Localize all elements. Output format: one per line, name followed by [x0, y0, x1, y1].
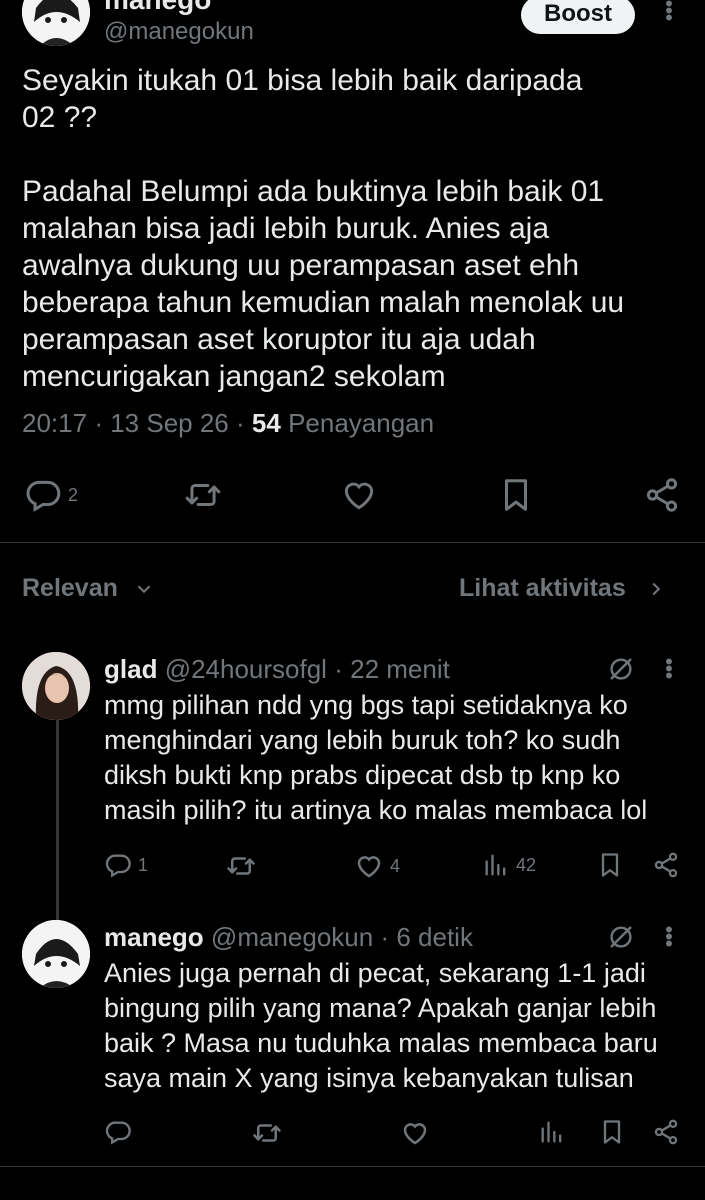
bookmark-icon — [601, 853, 619, 877]
reply-count: 1 — [138, 854, 149, 875]
view-count: 42 — [516, 854, 537, 875]
share-button[interactable] — [652, 1118, 680, 1146]
meta-separator: · — [236, 408, 245, 438]
meta-separator: · — [380, 922, 390, 952]
reply-line: menghindari yang lebih buruk toh? ko sud… — [104, 725, 621, 755]
post-line: perampasan aset koruptor itu aja udah — [22, 323, 536, 356]
meta-separator: · — [94, 408, 103, 438]
reply-author-name[interactable]: glad — [104, 654, 157, 684]
reply-author-handle[interactable]: @24hoursofgl — [165, 654, 327, 684]
like-icon — [357, 856, 381, 878]
views-icon — [485, 854, 506, 876]
reply-line: baik ? Masa nu tuduhka malas membaca bar… — [104, 1028, 658, 1058]
reply-icon — [105, 854, 131, 878]
bookmark-button[interactable] — [596, 851, 624, 879]
bookmark-button[interactable] — [598, 1118, 626, 1146]
sort-dropdown[interactable]: Relevan — [22, 574, 155, 603]
retweet-button[interactable] — [184, 476, 222, 514]
share-icon — [654, 1119, 678, 1145]
post-line: Padahal Belumpi ada buktinya lebih baik … — [22, 175, 605, 208]
reply-line: mmg pilihan ndd yng bgs tapi setidaknya … — [104, 690, 628, 720]
views-count[interactable]: 54 — [252, 408, 281, 438]
share-icon — [646, 478, 678, 512]
meta-separator: · — [334, 654, 343, 684]
grok-icon[interactable] — [606, 922, 636, 952]
reply-button[interactable] — [104, 1118, 132, 1146]
sort-label: Relevan — [22, 574, 118, 602]
views-button[interactable] — [538, 1118, 566, 1146]
reply-icon — [105, 1121, 131, 1145]
views-icon — [541, 1121, 562, 1143]
reply-time[interactable]: 6 detik — [396, 922, 473, 952]
reply-icon — [26, 480, 61, 512]
retweet-icon — [185, 483, 221, 507]
divider — [0, 1166, 705, 1167]
share-button[interactable] — [643, 476, 681, 514]
reply-text: Anies juga pernah di pecat, sekarang 1-1… — [104, 956, 684, 1096]
more-icon[interactable]: • • • — [664, 0, 674, 29]
retweet-button[interactable] — [252, 1118, 282, 1148]
post-text: Seyakin itukah 01 bisa lebih baik daripa… — [22, 62, 682, 395]
chevron-right-icon — [652, 583, 660, 596]
like-button[interactable] — [400, 1118, 430, 1148]
more-icon[interactable]: • • • — [664, 919, 674, 955]
author-name[interactable]: manego — [104, 0, 211, 16]
post-line: mencurigakan jangan2 sekolam — [22, 360, 446, 393]
reply-author-name[interactable]: manego — [104, 922, 204, 952]
view-activity-link[interactable]: Lihat aktivitas — [459, 574, 667, 603]
post-date[interactable]: 13 Sep 26 — [110, 408, 229, 438]
reply-line: diksh bukti knp prabs dipecat dsb tp knp… — [104, 760, 621, 790]
like-button[interactable]: 4 — [354, 851, 400, 881]
post-line: 02 ?? — [22, 101, 98, 134]
reply-text: mmg pilihan ndd yng bgs tapi setidaknya … — [104, 688, 684, 828]
reply-button[interactable]: 1 — [104, 851, 148, 879]
like-count: 4 — [390, 855, 401, 876]
views-button[interactable]: 42 — [482, 851, 536, 879]
post-meta: 20:17 · 13 Sep 26 · 54 Penayangan — [22, 408, 434, 439]
share-icon — [654, 852, 678, 878]
reply-button[interactable]: 2 — [24, 476, 78, 514]
retweet-icon — [253, 1124, 281, 1142]
bookmark-icon — [603, 1120, 621, 1144]
post-line: beberapa tahun kemudian malah menolak uu — [22, 286, 625, 319]
like-icon — [403, 1123, 427, 1145]
post-line: Seyakin itukah 01 bisa lebih baik daripa… — [22, 64, 583, 97]
like-icon — [344, 482, 374, 510]
share-button[interactable] — [652, 851, 680, 879]
reply-line: Anies juga pernah di pecat, sekarang 1-1… — [104, 958, 646, 988]
views-label[interactable]: Penayangan — [288, 408, 434, 438]
post-time[interactable]: 20:17 — [22, 408, 87, 438]
like-button[interactable] — [340, 476, 378, 514]
reply-line: saya main X yang isinya kebanyakan tulis… — [104, 1063, 634, 1093]
reply-avatar[interactable] — [22, 920, 90, 988]
reply-line: bingung pilih yang mana? Apakah ganjar l… — [104, 993, 657, 1023]
author-avatar[interactable] — [22, 0, 90, 46]
post-line: malahan bisa jadi lebih buruk. Anies aja — [22, 212, 550, 245]
reply-author-handle[interactable]: @manegokun — [211, 922, 373, 952]
view-activity-label: Lihat aktivitas — [459, 574, 626, 602]
chevron-down-icon — [137, 585, 151, 594]
reply-avatar[interactable] — [22, 652, 90, 720]
bookmark-icon — [504, 479, 528, 511]
reply-header: manego @manegokun · 6 detik — [104, 922, 473, 953]
author-handle[interactable]: @manegokun — [104, 18, 254, 46]
boost-button[interactable]: Boost — [521, 0, 635, 34]
divider — [0, 542, 705, 543]
more-icon[interactable]: • • • — [664, 651, 674, 687]
reply-line: masih pilih? itu artinya ko malas membac… — [104, 795, 648, 825]
reply-count: 2 — [68, 484, 79, 505]
retweet-button[interactable] — [226, 851, 256, 881]
bookmark-button[interactable] — [497, 476, 535, 514]
grok-icon[interactable] — [606, 654, 636, 684]
retweet-icon — [227, 857, 255, 875]
reply-header: glad @24hoursofgl · 22 menit — [104, 654, 450, 685]
reply-time[interactable]: 22 menit — [350, 654, 450, 684]
post-line: awalnya dukung uu perampasan aset ehh — [22, 249, 580, 282]
thread-line — [56, 720, 59, 920]
